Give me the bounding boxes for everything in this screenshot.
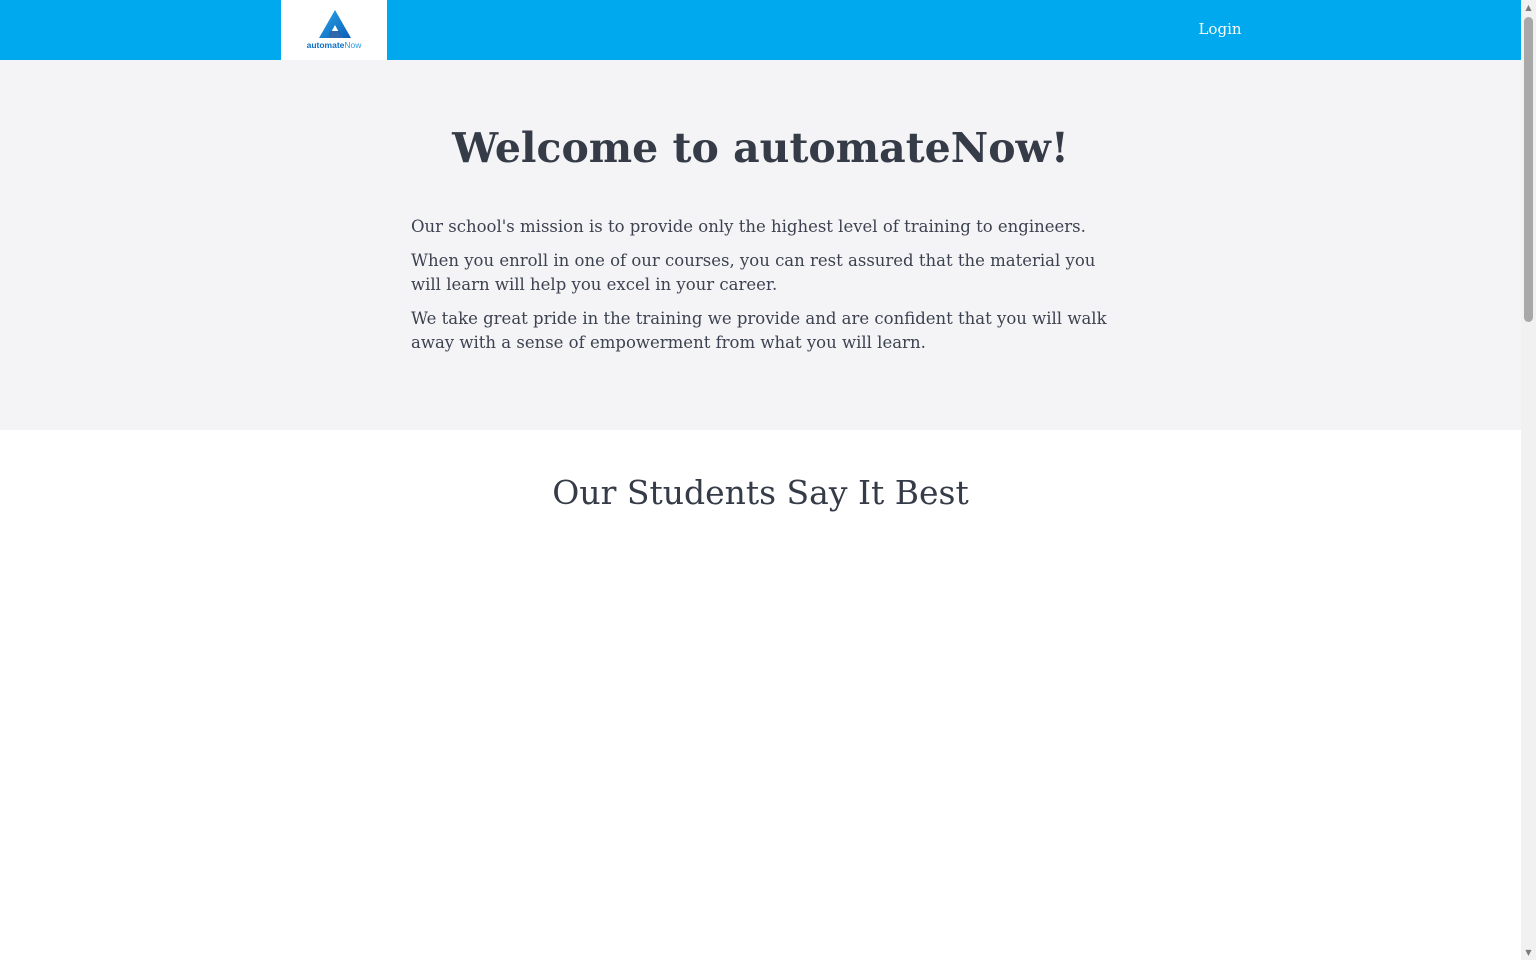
logo-text-now: Now [344, 40, 362, 50]
hero-title: Welcome to automateNow! [452, 124, 1069, 172]
testimonials-title: Our Students Say It Best [552, 473, 969, 512]
hero-section: Welcome to automateNow! Our school's mis… [0, 60, 1521, 430]
viewport: automateNow Login Welcome to automateNow… [0, 0, 1521, 960]
mission-paragraph: When you enroll in one of our courses, y… [411, 251, 1096, 294]
page: automateNow Login Welcome to automateNow… [0, 0, 1536, 960]
mission-paragraph: We take great pride in the training we p… [411, 309, 1107, 352]
top-navbar: automateNow Login [0, 0, 1521, 60]
scroll-down-arrow-icon[interactable]: ▼ [1521, 945, 1536, 960]
vertical-scrollbar[interactable]: ▲ ▼ [1521, 0, 1536, 960]
logo-wordmark: automateNow [281, 40, 387, 50]
automatenow-logo-icon [319, 10, 351, 38]
logo-link[interactable]: automateNow [281, 0, 387, 60]
logo-text-automate: automate [306, 40, 345, 50]
mission-text: Our school's mission is to provide only … [411, 215, 1123, 365]
scroll-up-arrow-icon[interactable]: ▲ [1521, 0, 1536, 15]
scrollbar-thumb[interactable] [1524, 17, 1533, 322]
testimonials-section: Our Students Say It Best [0, 430, 1521, 960]
mission-paragraph: Our school's mission is to provide only … [411, 217, 1086, 236]
login-link[interactable]: Login [1170, 18, 1270, 40]
